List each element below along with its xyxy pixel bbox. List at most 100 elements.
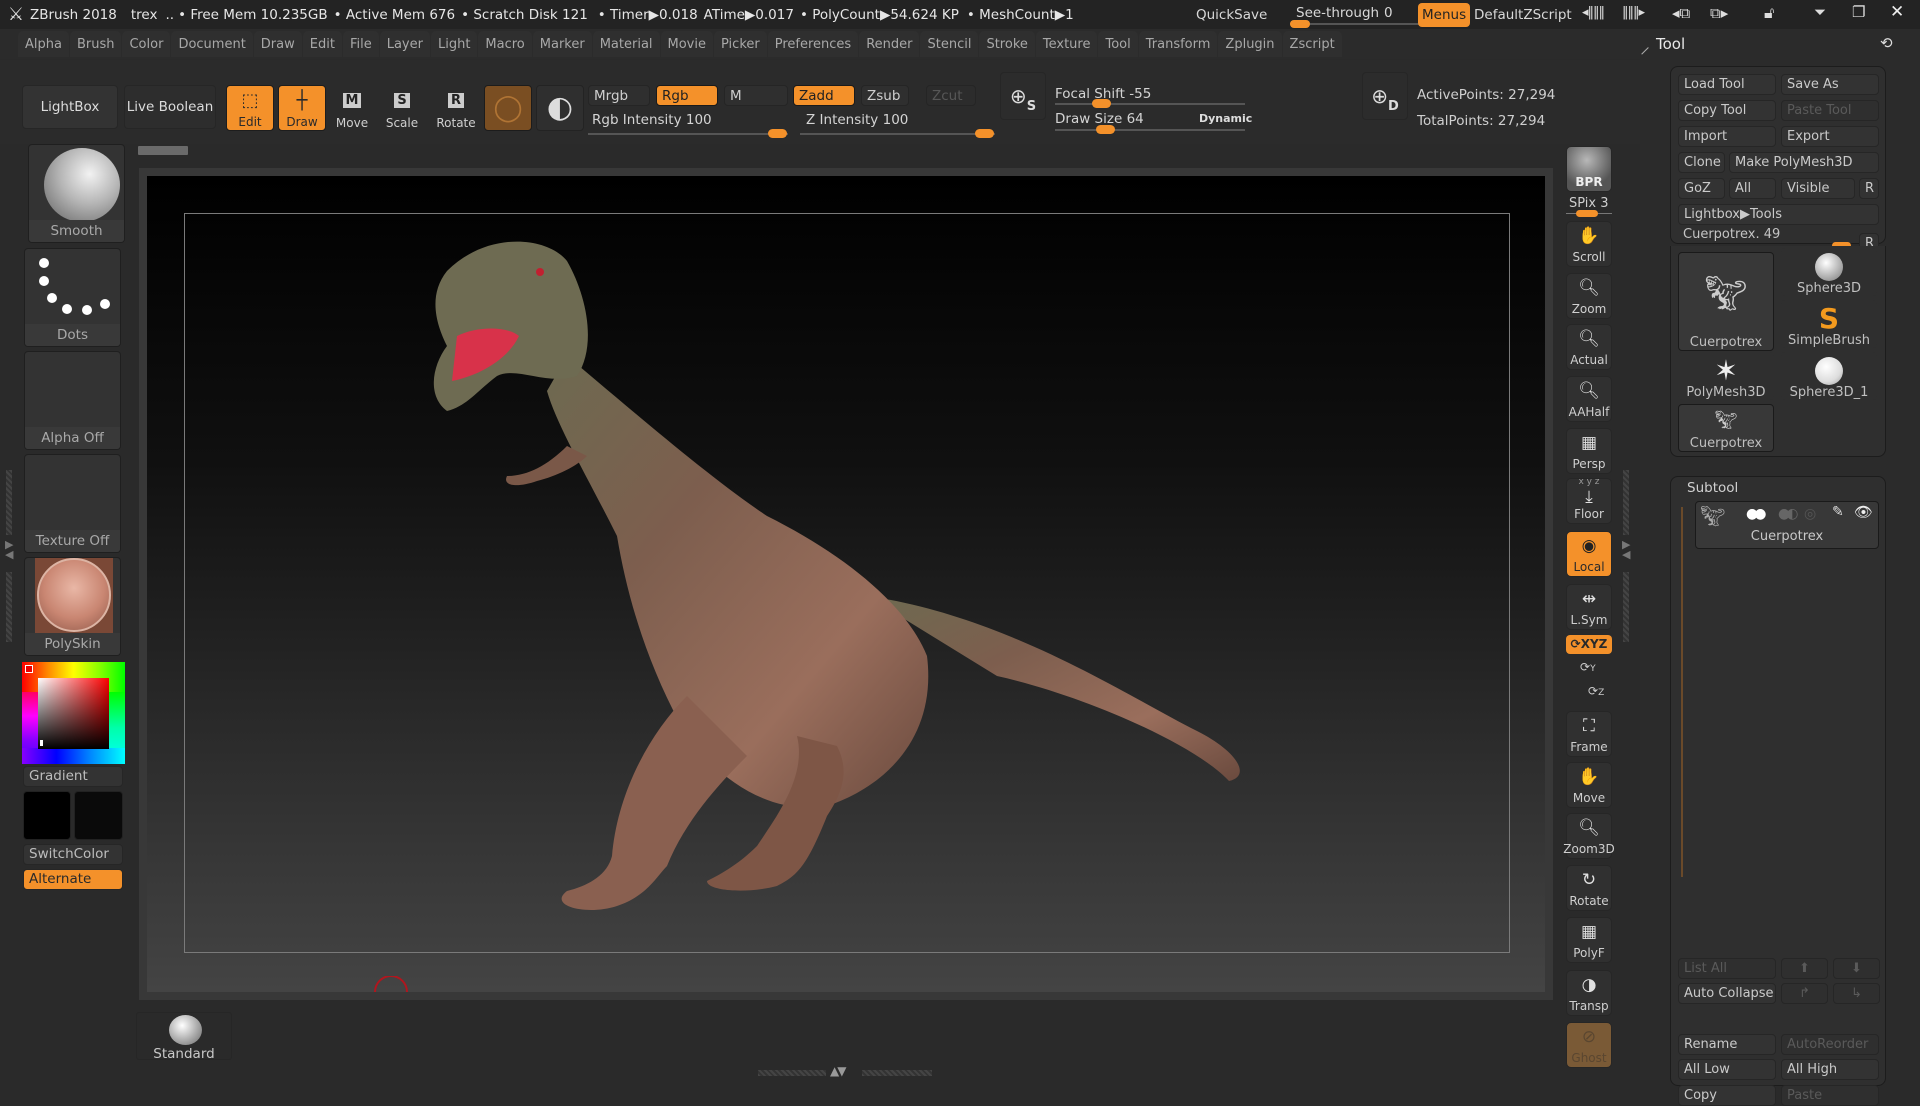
menu-stroke[interactable]: Stroke bbox=[979, 31, 1035, 57]
menu-tool[interactable]: Tool bbox=[1098, 31, 1138, 57]
document-tab[interactable] bbox=[138, 146, 188, 155]
move-subtool-down-button[interactable]: ⬇ bbox=[1833, 958, 1880, 979]
left-tray-toggle-icon[interactable]: ▶ ◀ bbox=[5, 539, 13, 560]
bottom-tray-scroll-right[interactable] bbox=[862, 1070, 932, 1076]
menu-picker[interactable]: Picker bbox=[714, 31, 767, 57]
menu-brush[interactable]: Brush bbox=[69, 31, 122, 57]
menu-movie[interactable]: Movie bbox=[660, 31, 713, 57]
goz-r-button[interactable]: R bbox=[1859, 178, 1879, 199]
ghost-button[interactable]: ⊘ Ghost bbox=[1566, 1022, 1612, 1068]
brush-selector[interactable]: Smooth bbox=[28, 144, 125, 243]
bottom-tray-toggle-icon[interactable]: ▲▼ bbox=[830, 1064, 847, 1078]
all-low-button[interactable]: All Low bbox=[1678, 1059, 1776, 1080]
export-button[interactable]: Export bbox=[1781, 126, 1879, 147]
zoom3d-button[interactable]: 🔍︎ Zoom3D bbox=[1563, 813, 1615, 859]
move-subtool-up-button[interactable]: ⬆ bbox=[1781, 958, 1828, 979]
tool-pin-icon[interactable]: ⸝ bbox=[1640, 32, 1650, 59]
zcut-button[interactable]: Zcut bbox=[926, 85, 976, 106]
menu-macro[interactable]: Macro bbox=[478, 31, 532, 57]
canvas-viewport[interactable] bbox=[139, 168, 1553, 1000]
polypaint-brush-icon[interactable]: ✎ bbox=[1832, 504, 1844, 520]
menu-color[interactable]: Color bbox=[122, 31, 171, 57]
bottom-tray-scroll-left[interactable] bbox=[758, 1070, 826, 1076]
menu-draw[interactable]: Draw bbox=[253, 31, 302, 57]
color-scheme-prev-icon[interactable]: ◂⧉ bbox=[1672, 4, 1690, 22]
subtool-redirect-down-icon[interactable]: ↳ bbox=[1833, 983, 1880, 1004]
sculptris-pro-d-button[interactable]: ⊕ D bbox=[1362, 72, 1408, 120]
alpha-selector[interactable]: Alpha Off bbox=[24, 351, 121, 450]
zoom-button[interactable]: 🔍︎ Zoom bbox=[1566, 273, 1612, 319]
copy-subtool-button[interactable]: Copy bbox=[1678, 1085, 1776, 1106]
tool-thumb-cuerpotrex-2[interactable]: 🦖︎ Cuerpotrex bbox=[1678, 404, 1774, 452]
right-tray-toggle-icon[interactable]: ▶ ◀ bbox=[1622, 539, 1630, 560]
texture-selector[interactable]: Texture Off bbox=[24, 454, 121, 553]
menu-marker[interactable]: Marker bbox=[532, 31, 592, 57]
menu-layer[interactable]: Layer bbox=[379, 31, 430, 57]
actual-button[interactable]: 🔍︎ Actual bbox=[1566, 324, 1612, 370]
menu-zplugin[interactable]: Zplugin bbox=[1218, 31, 1282, 57]
menu-preferences[interactable]: Preferences bbox=[767, 31, 859, 57]
subtool-mode-toggle-icon[interactable]: ●◐ bbox=[1778, 506, 1799, 522]
frame-button[interactable]: ⛶ Frame bbox=[1566, 711, 1612, 757]
make-polymesh3d-button[interactable]: Make PolyMesh3D bbox=[1729, 152, 1879, 173]
spix-slider[interactable]: SPix 3 bbox=[1569, 196, 1609, 211]
import-button[interactable]: Import bbox=[1678, 126, 1776, 147]
quicksave-button[interactable]: QuickSave bbox=[1188, 4, 1275, 26]
color-saturation-square[interactable] bbox=[38, 678, 109, 749]
menu-transform[interactable]: Transform bbox=[1138, 31, 1218, 57]
current-brush-button[interactable]: Standard bbox=[136, 1012, 232, 1062]
menu-file[interactable]: File bbox=[342, 31, 379, 57]
subtool-list-scrollbar[interactable] bbox=[1681, 507, 1683, 877]
tool-thumb-cuerpotrex[interactable]: 🦖︎ Cuerpotrex bbox=[1678, 252, 1774, 351]
menus-button[interactable]: Menus bbox=[1418, 3, 1471, 27]
goz-all-button[interactable]: All bbox=[1729, 178, 1776, 199]
rotate-xyz-toggle[interactable]: ⟳XYZ bbox=[1566, 635, 1612, 654]
hue-marker[interactable] bbox=[25, 665, 33, 673]
tool-thumb-simplebrush[interactable]: S SimpleBrush bbox=[1781, 300, 1877, 348]
transp-button[interactable]: ◑ Transp bbox=[1566, 970, 1612, 1016]
color-scheme-next-icon[interactable]: ⧉▸ bbox=[1710, 4, 1728, 22]
move-view-button[interactable]: ✋ Move bbox=[1566, 762, 1612, 808]
default-zscript-button[interactable]: DefaultZScript bbox=[1470, 4, 1576, 26]
tool-thumb-sphere3d[interactable]: Sphere3D bbox=[1781, 248, 1877, 296]
paste-subtool-button[interactable]: Paste bbox=[1781, 1085, 1879, 1106]
visibility-eye-icon[interactable]: 👁︎ bbox=[1854, 503, 1873, 521]
mrgb-button[interactable]: Mrgb bbox=[588, 85, 650, 106]
subtool-redirect-up-icon[interactable]: ↱ bbox=[1781, 983, 1828, 1004]
main-color-swatch[interactable] bbox=[23, 791, 71, 840]
floor-button[interactable]: x y z ⤓ Floor bbox=[1566, 477, 1612, 524]
menu-alpha[interactable]: Alpha bbox=[18, 31, 69, 57]
spix-knob[interactable] bbox=[1576, 210, 1598, 217]
right-tray-scroll-upper[interactable] bbox=[1623, 470, 1629, 535]
rgb-button[interactable]: Rgb bbox=[656, 85, 718, 106]
auto-reorder-button[interactable]: AutoReorder bbox=[1781, 1034, 1879, 1055]
menu-light[interactable]: Light bbox=[430, 31, 478, 57]
scale-button[interactable]: S Scale bbox=[378, 85, 426, 131]
lsym-button[interactable]: ⇹ L.Sym bbox=[1566, 584, 1612, 630]
rotate-z-toggle[interactable]: ⟳Z bbox=[1588, 684, 1604, 698]
lightbox-tools-button[interactable]: Lightbox▶Tools bbox=[1678, 204, 1879, 225]
all-high-button[interactable]: All High bbox=[1781, 1059, 1879, 1080]
auto-collapse-button[interactable]: Auto Collapse bbox=[1678, 983, 1776, 1004]
rotate-y-toggle[interactable]: ⟳Y bbox=[1580, 660, 1596, 674]
ui-layout-next-icon[interactable]: ‖‖‖▸ bbox=[1622, 5, 1645, 20]
rotate-view-button[interactable]: ↻ Rotate bbox=[1566, 865, 1612, 911]
secondary-color-swatch[interactable] bbox=[74, 791, 123, 840]
alternate-button[interactable]: Alternate bbox=[23, 869, 123, 890]
menu-zscript[interactable]: Zscript bbox=[1282, 31, 1342, 57]
gradient-button[interactable]: Gradient bbox=[23, 766, 123, 787]
zadd-button[interactable]: Zadd bbox=[793, 85, 855, 106]
move-button[interactable]: M Move bbox=[328, 85, 376, 131]
polypaint-toggle-icon[interactable]: ●● bbox=[1746, 506, 1767, 522]
m-button[interactable]: M bbox=[724, 85, 788, 106]
ui-layout-prev-icon[interactable]: ◂‖‖‖ bbox=[1582, 5, 1605, 20]
tool-panel-title[interactable]: Tool bbox=[1656, 35, 1685, 53]
menu-stencil[interactable]: Stencil bbox=[920, 31, 979, 57]
rotate-button[interactable]: R Rotate bbox=[432, 85, 480, 131]
close-icon[interactable]: ✕ bbox=[1890, 2, 1904, 22]
edit-button[interactable]: ⬚ Edit bbox=[226, 85, 274, 131]
clone-button[interactable]: Clone bbox=[1678, 152, 1725, 173]
rename-button[interactable]: Rename bbox=[1678, 1034, 1776, 1055]
bpr-button[interactable]: BPR bbox=[1566, 146, 1612, 192]
left-tray-scroll-upper[interactable] bbox=[6, 470, 12, 535]
